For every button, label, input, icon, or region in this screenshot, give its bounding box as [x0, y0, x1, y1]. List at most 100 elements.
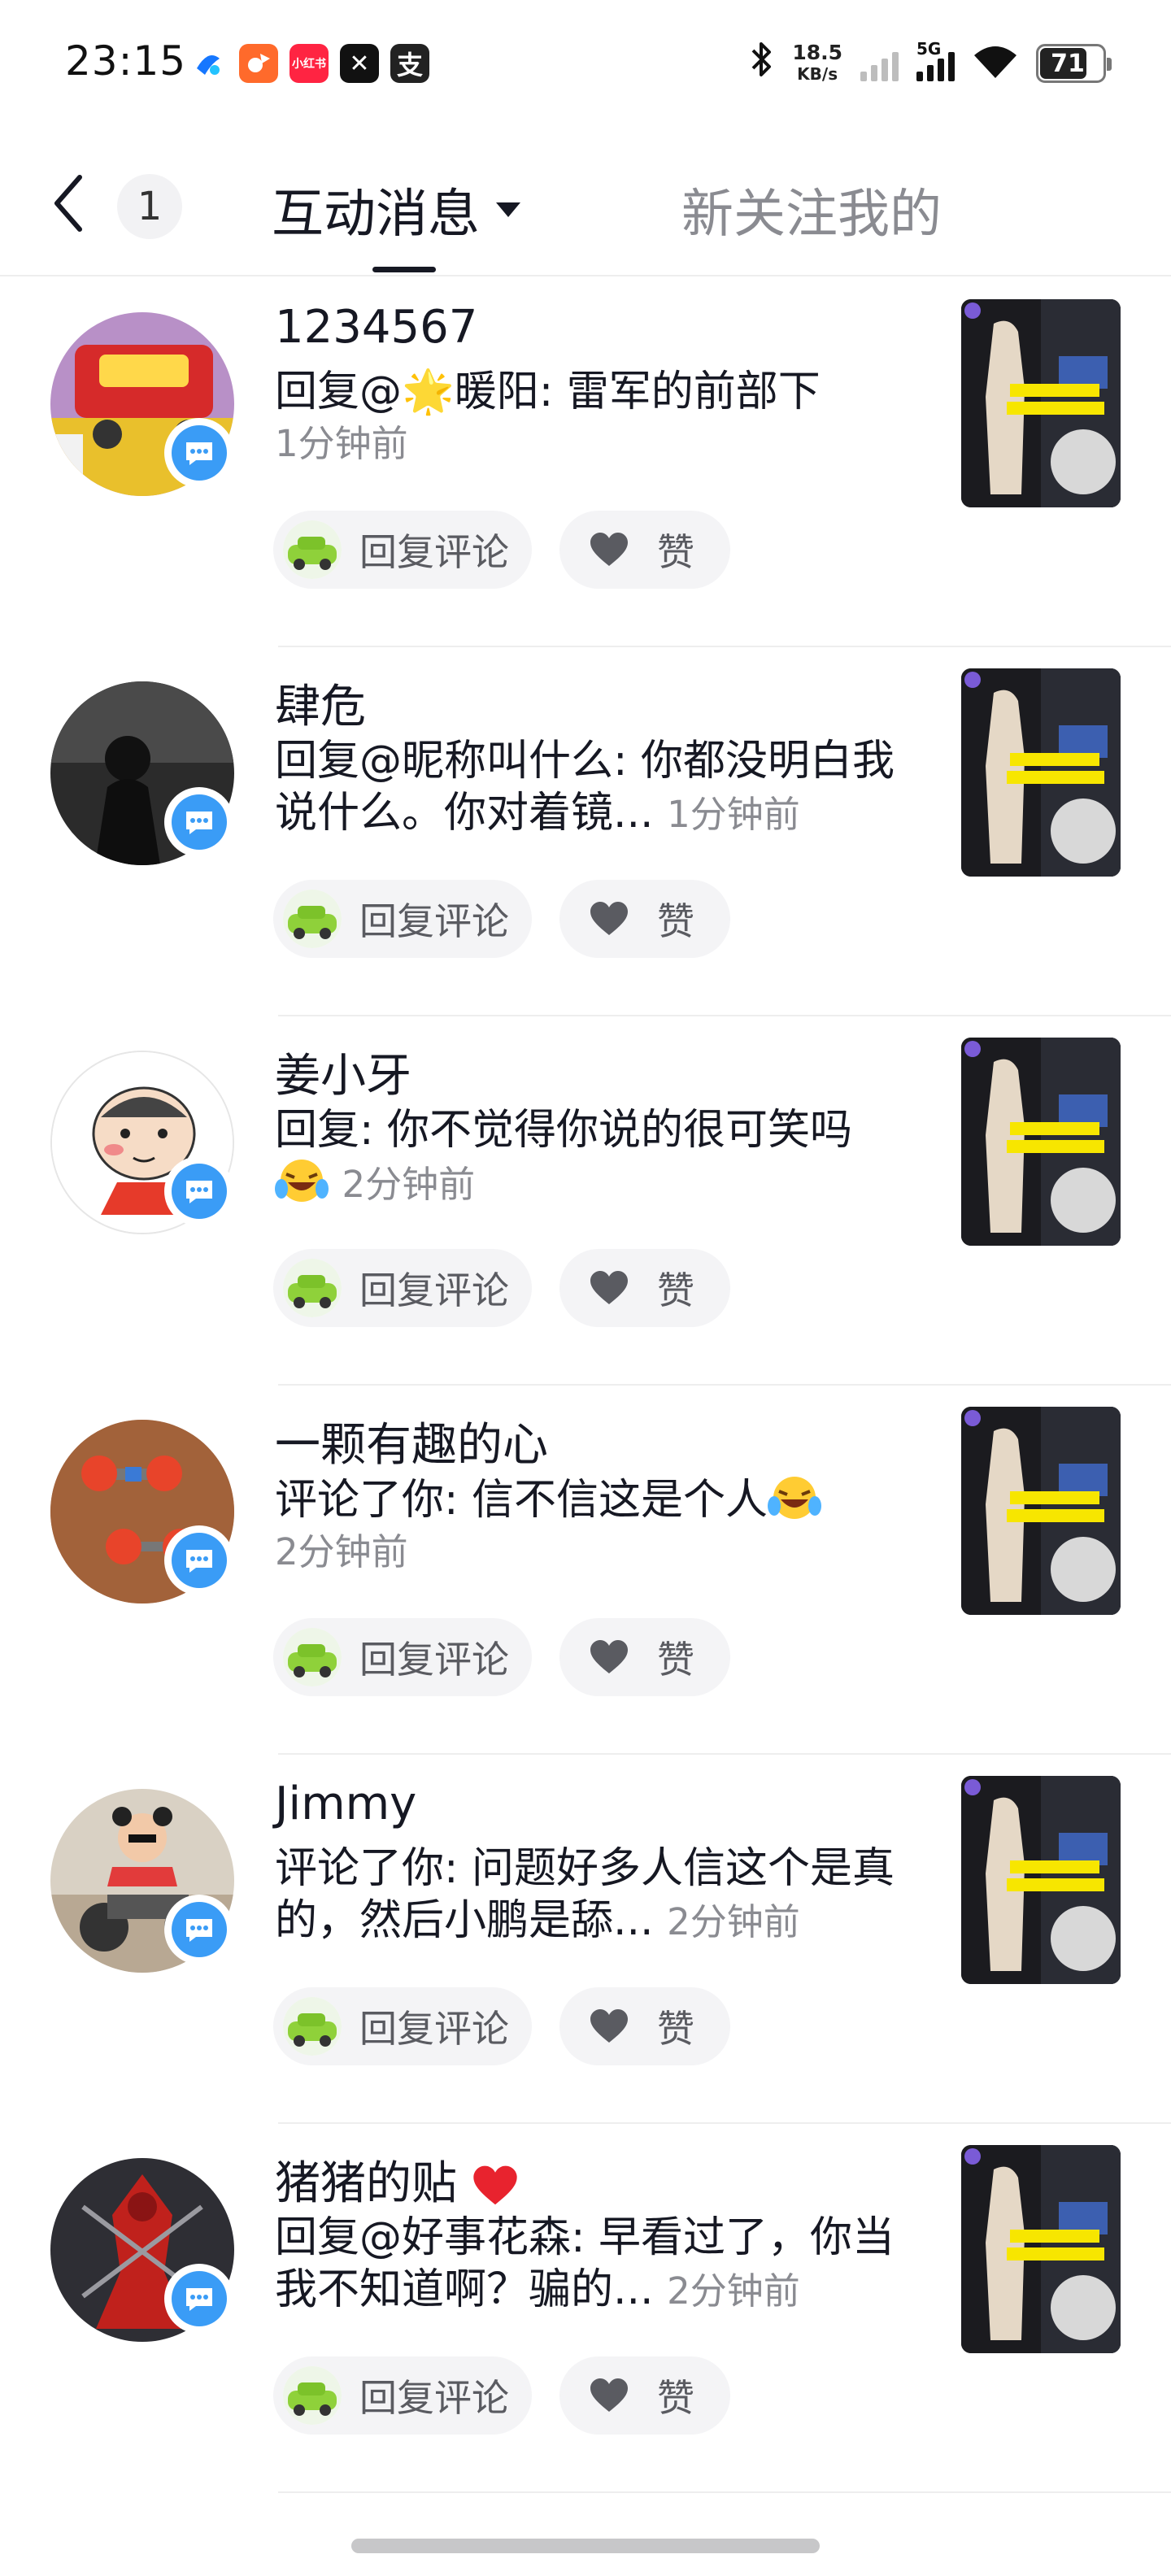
reply-comment-button[interactable]: 回复评论 [273, 1618, 532, 1696]
list-item[interactable]: Jimmy 评论了你: 问题好多人信这个是真的，然后小鹏是舔... 2分钟前 回… [0, 1755, 1171, 2124]
like-label: 赞 [657, 899, 694, 943]
status-time: 23:15 [65, 37, 187, 85]
like-label: 赞 [657, 1268, 694, 1312]
reply-avatar-thumbnail [283, 1628, 342, 1686]
battery-level: 71 [1051, 49, 1085, 78]
comment-type-badge [164, 418, 234, 488]
comment-body: 评论了你: 信不信这是个人 [275, 1476, 768, 1525]
comment-type-badge [164, 1525, 234, 1595]
capcut-app-label: ✕ [349, 49, 370, 78]
signal-sim1-icon [860, 46, 899, 81]
reply-comment-button[interactable]: 回复评论 [273, 511, 532, 589]
action-row: 回复评论 赞 [273, 1987, 730, 2065]
tab-interactions[interactable]: 互动消息 [272, 172, 522, 247]
reply-comment-label: 回复评论 [359, 1268, 509, 1312]
reply-comment-label: 回复评论 [359, 2007, 509, 2051]
alipay-app-icon: 支 [390, 44, 429, 83]
username[interactable]: Jimmy [275, 1778, 416, 1830]
comment-body: 回复: 你不觉得你说的很可笑吗 [275, 1106, 853, 1155]
network-speed: 18.5 KB/s [792, 42, 842, 85]
comment-type-badge [164, 787, 234, 857]
unread-count-badge[interactable]: 1 [117, 174, 182, 239]
like-label: 赞 [657, 2007, 694, 2051]
comment-text[interactable]: 回复@🌟暖阳: 雷军的前部下 1分钟前 [275, 366, 901, 470]
like-label: 赞 [657, 2376, 694, 2420]
comment-body: 回复@🌟暖阳: 雷军的前部下 [275, 368, 821, 416]
timestamp: 1分钟前 [667, 793, 800, 836]
timestamp: 2分钟前 [342, 1163, 476, 1206]
heart-icon [590, 2378, 628, 2412]
post-thumbnail[interactable] [961, 2145, 1121, 2353]
username[interactable]: 一颗有趣的心 [275, 1408, 548, 1474]
capcut-app-icon: ✕ [340, 44, 379, 83]
comment-bubble-icon [186, 442, 212, 465]
network-type: 5G [916, 39, 942, 59]
reply-comment-button[interactable]: 回复评论 [273, 1249, 532, 1327]
comment-type-badge [164, 1156, 234, 1226]
comment-text[interactable]: 评论了你: 问题好多人信这个是真的，然后小鹏是舔... 2分钟前 [275, 1843, 901, 1948]
like-button[interactable]: 赞 [559, 2356, 730, 2435]
like-button[interactable]: 赞 [559, 1249, 730, 1327]
active-tab-indicator [372, 267, 436, 272]
like-button[interactable]: 赞 [559, 511, 730, 589]
like-button[interactable]: 赞 [559, 1618, 730, 1696]
reply-comment-button[interactable]: 回复评论 [273, 880, 532, 958]
list-item[interactable]: 肆危 回复@昵称叫什么: 你都没明白我说什么。你对着镜... 1分钟前 回复评论… [0, 647, 1171, 1016]
comment-text[interactable]: 回复@昵称叫什么: 你都没明白我说什么。你对着镜... 1分钟前 [275, 735, 901, 841]
post-thumbnail[interactable] [961, 1776, 1121, 1984]
list-item[interactable]: 1234567 回复@🌟暖阳: 雷军的前部下 1分钟前 回复评论 赞 [0, 278, 1171, 647]
back-button[interactable] [42, 171, 94, 236]
timestamp: 1分钟前 [275, 422, 408, 465]
comment-text[interactable]: 评论了你: 信不信这是个人 2分钟前 [275, 1473, 901, 1578]
wifi-icon [973, 44, 1018, 83]
post-thumbnail[interactable] [961, 1038, 1121, 1246]
laugh-cry-emoji-icon [275, 1160, 329, 1202]
xiaohongshu-app-icon: 小红书 [289, 44, 329, 83]
heart-icon [590, 533, 628, 566]
comment-bubble-icon [186, 2288, 212, 2311]
post-thumbnail[interactable] [961, 1407, 1121, 1615]
action-row: 回复评论 赞 [273, 511, 730, 589]
comment-body: 评论了你: 问题好多人信这个是真的，然后小鹏是舔... [275, 1844, 895, 1945]
comment-body: 回复@昵称叫什么: 你都没明白我说什么。你对着镜... [275, 737, 895, 838]
list-item[interactable]: 姜小牙 回复: 你不觉得你说的很可笑吗 2分钟前 回复评论 赞 [0, 1016, 1171, 1386]
heart-icon [590, 902, 628, 935]
username[interactable]: 姜小牙 [275, 1039, 411, 1105]
reply-comment-label: 回复评论 [359, 530, 509, 574]
username[interactable]: 猪猪的贴 [275, 2147, 519, 2213]
reply-avatar-thumbnail [283, 1259, 342, 1317]
action-row: 回复评论 赞 [273, 1249, 730, 1327]
like-button[interactable]: 赞 [559, 1987, 730, 2065]
comment-bubble-icon [186, 1919, 212, 1942]
comment-bubble-icon [186, 1550, 212, 1573]
heart-icon [590, 1640, 628, 1673]
chevron-left-icon [54, 175, 82, 232]
reply-avatar-thumbnail [283, 890, 342, 948]
home-indicator[interactable] [351, 2539, 820, 2553]
xiaohongshu-app-label: 小红书 [292, 58, 326, 71]
action-row: 回复评论 赞 [273, 2356, 730, 2435]
post-thumbnail[interactable] [961, 299, 1121, 507]
username[interactable]: 1234567 [275, 301, 477, 354]
reply-comment-label: 回复评论 [359, 1638, 509, 1682]
like-button[interactable]: 赞 [559, 880, 730, 958]
post-thumbnail[interactable] [961, 668, 1121, 877]
reply-comment-button[interactable]: 回复评论 [273, 2356, 532, 2435]
reply-comment-button[interactable]: 回复评论 [273, 1987, 532, 2065]
laugh-cry-emoji-icon [768, 1477, 822, 1519]
comment-type-badge [164, 2264, 234, 2334]
username[interactable]: 肆危 [275, 670, 366, 736]
reply-comment-label: 回复评论 [359, 2376, 509, 2420]
comment-text[interactable]: 回复@好事花森: 早看过了，你当我不知道啊？骗的... 2分钟前 [275, 2212, 901, 2317]
caret-down-icon [496, 202, 520, 217]
reply-avatar-thumbnail [283, 1997, 342, 2056]
like-label: 赞 [657, 530, 694, 574]
comment-text[interactable]: 回复: 你不觉得你说的很可笑吗 2分钟前 [275, 1104, 901, 1211]
tab-new-followers[interactable]: 新关注我的 [681, 172, 942, 247]
like-label: 赞 [657, 1638, 694, 1682]
list-item[interactable]: 猪猪的贴 回复@好事花森: 早看过了，你当我不知道啊？骗的... 2分钟前 回复… [0, 2124, 1171, 2493]
list-item[interactable]: 一颗有趣的心 评论了你: 信不信这是个人 2分钟前 回复评论 赞 [0, 1386, 1171, 1755]
alipay-app-label: 支 [396, 50, 423, 80]
reply-avatar-thumbnail [283, 520, 342, 579]
tab-interactions-label: 互动消息 [272, 185, 480, 245]
